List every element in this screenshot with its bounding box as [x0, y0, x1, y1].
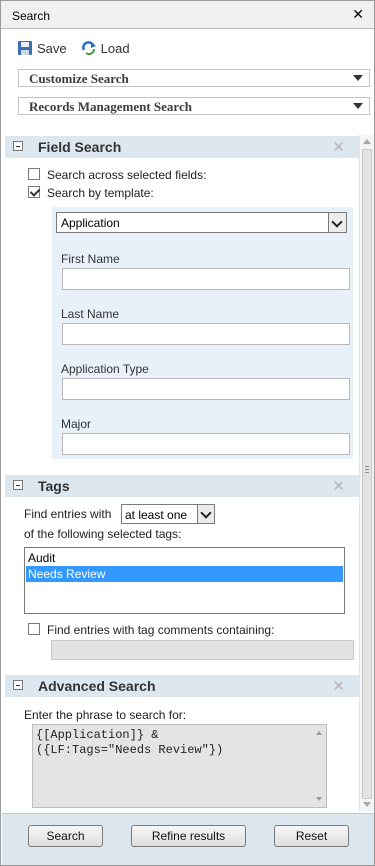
search-window: Search ✕ Save Load Customize Search Reco… — [0, 0, 375, 866]
chevron-down-icon — [197, 505, 214, 523]
remove-section-icon[interactable]: ✕ — [332, 677, 345, 695]
find-entries-label: Find entries with — [24, 507, 112, 521]
first-name-label: First Name — [61, 252, 120, 266]
toolbar: Save Load — [17, 38, 144, 58]
vertical-scrollbar[interactable] — [359, 135, 374, 811]
last-name-label: Last Name — [61, 307, 120, 321]
window-title: Search — [12, 9, 51, 23]
major-label: Major — [61, 417, 92, 431]
records-management-label: Records Management Search — [29, 99, 192, 114]
phrase-line-2: ({LF:Tags="Needs Review"}) — [36, 743, 224, 757]
application-type-field[interactable] — [62, 378, 350, 400]
footer-bar: Search Refine results Reset — [2, 813, 374, 865]
last-name-field[interactable] — [62, 323, 350, 345]
list-item[interactable]: Needs Review — [26, 566, 343, 582]
refine-results-button[interactable]: Refine results — [131, 825, 246, 847]
phrase-line-1: {[Application]} & — [36, 728, 159, 742]
save-label: Save — [37, 40, 67, 56]
field-search-header: Field Search ✕ — [5, 136, 359, 158]
save-button[interactable]: Save — [17, 40, 67, 56]
tag-comments-checkbox[interactable] — [28, 623, 40, 635]
tag-match-value: at least one — [125, 508, 188, 522]
selected-fields-label: Search across selected fields: — [47, 168, 207, 182]
template-label: Search by template: — [47, 186, 154, 200]
textarea-scrollbar[interactable] — [312, 725, 326, 807]
template-select-value: Application — [61, 216, 120, 230]
tags-listbox[interactable]: Audit Needs Review — [24, 547, 345, 614]
advanced-search-header: Advanced Search ✕ — [5, 675, 359, 697]
floppy-disk-icon — [18, 41, 32, 55]
selected-fields-checkbox[interactable] — [28, 168, 40, 180]
tags-title: Tags — [38, 478, 70, 494]
collapse-icon[interactable] — [13, 141, 23, 151]
remove-section-icon[interactable]: ✕ — [332, 477, 345, 495]
scroll-down-icon — [363, 802, 371, 807]
search-button[interactable]: Search — [28, 825, 103, 847]
phrase-textarea[interactable]: {[Application]} & ({LF:Tags="Needs Revie… — [32, 724, 327, 808]
customize-search-dropdown[interactable]: Customize Search — [18, 69, 370, 87]
tags-header: Tags ✕ — [5, 475, 359, 497]
close-icon[interactable]: ✕ — [352, 6, 364, 23]
field-search-title: Field Search — [38, 139, 122, 155]
list-item[interactable]: Audit — [26, 550, 343, 566]
load-button[interactable]: Load — [81, 40, 130, 56]
advanced-search-title: Advanced Search — [38, 678, 156, 694]
following-tags-label: of the following selected tags: — [24, 527, 182, 541]
grip-line — [365, 469, 369, 470]
chevron-down-icon — [328, 213, 346, 232]
collapse-icon[interactable] — [13, 680, 23, 690]
template-select[interactable]: Application — [56, 212, 347, 233]
customize-search-label: Customize Search — [29, 71, 129, 86]
application-type-label: Application Type — [61, 362, 149, 376]
grip-line — [365, 466, 369, 467]
reset-button[interactable]: Reset — [274, 825, 349, 847]
title-bar: Search ✕ — [1, 1, 374, 29]
scroll-up-icon — [363, 139, 371, 144]
records-management-search-dropdown[interactable]: Records Management Search — [18, 97, 370, 115]
tag-comments-label: Find entries with tag comments containin… — [47, 623, 275, 637]
template-checkbox[interactable] — [28, 186, 40, 198]
first-name-field[interactable] — [62, 268, 350, 290]
phrase-prompt: Enter the phrase to search for: — [24, 708, 187, 722]
load-arrows-icon — [81, 41, 96, 55]
tag-match-select[interactable]: at least one — [121, 504, 215, 524]
scroll-up-icon — [316, 731, 322, 735]
grip-line — [365, 472, 369, 473]
remove-section-icon[interactable]: ✕ — [332, 138, 345, 156]
collapse-icon[interactable] — [13, 480, 23, 490]
chevron-down-icon — [353, 103, 363, 109]
tag-comments-field[interactable] — [51, 640, 354, 660]
load-label: Load — [100, 40, 130, 56]
major-field[interactable] — [62, 433, 350, 455]
scroll-down-icon — [316, 797, 322, 801]
chevron-down-icon — [353, 75, 363, 81]
scrollbar-thumb[interactable] — [362, 149, 372, 799]
phrase-text: {[Application]} & ({LF:Tags="Needs Revie… — [36, 728, 223, 758]
